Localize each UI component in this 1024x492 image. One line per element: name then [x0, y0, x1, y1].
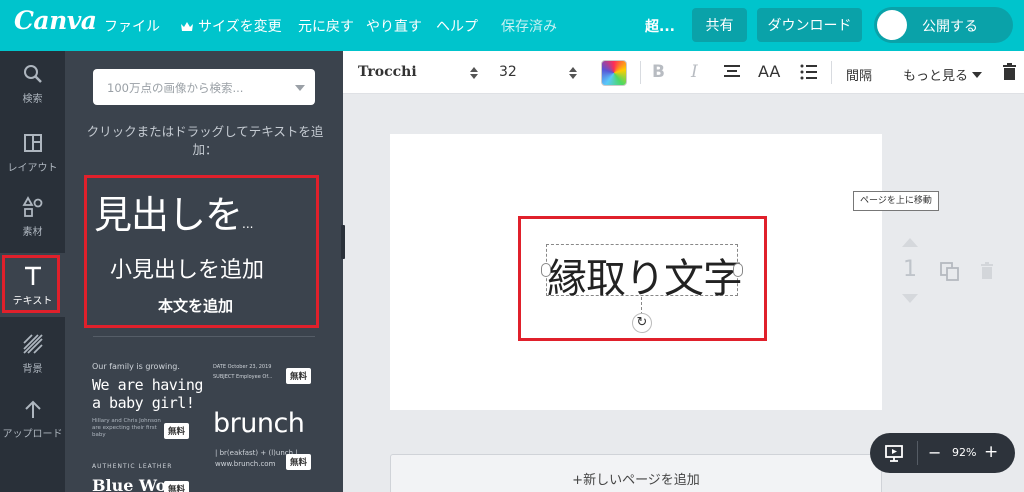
template-baby-line2: a baby girl! [92, 394, 195, 412]
zoom-controls: − 92% + [870, 433, 1015, 473]
menu-file[interactable]: ファイル [104, 16, 160, 36]
font-size-input[interactable]: 32 [499, 64, 517, 80]
template-leather-main[interactable]: Blue Wo [92, 476, 166, 492]
text-toolbar: Trocchi 32 B I AA 間隔 もっと見る [343, 51, 1024, 94]
template-baby-line1: We are having [92, 376, 203, 394]
more-label: もっと見る [903, 69, 969, 84]
search-placeholder: 100万点の画像から検索... [107, 81, 244, 95]
nav-background[interactable]: 背景 [0, 321, 65, 385]
size-spinner-icon[interactable] [569, 67, 577, 79]
page-number: 1 [903, 257, 917, 282]
free-badge: 無料 [286, 454, 312, 470]
heading-ellipsis: ... [242, 217, 254, 231]
template-baby-main[interactable]: We are having a baby girl! [92, 376, 203, 412]
menu-resize-label: サイズを変更 [198, 19, 282, 35]
search-icon [23, 65, 42, 83]
move-page-up-tooltip: ページを上に移動 [853, 191, 939, 211]
resize-handle-right[interactable] [733, 263, 743, 277]
template-brunch-meta-1: DATE October 23, 2019 [213, 364, 272, 370]
nav-elements[interactable]: 素材 [0, 184, 65, 248]
download-button[interactable]: ダウンロード [757, 8, 862, 42]
crown-icon [181, 22, 193, 31]
zoom-out-button[interactable]: − [928, 443, 941, 462]
template-brunch-meta-2: SUBJECT Employee Of... [213, 374, 273, 380]
align-center-icon[interactable] [723, 64, 741, 80]
duplicate-page-icon[interactable] [940, 262, 960, 282]
zoom-in-button[interactable]: + [984, 442, 998, 462]
heading-text: 見出しを [94, 193, 243, 237]
background-icon [22, 334, 43, 354]
nav-upload-label: アップロード [2, 429, 63, 440]
bordered-text-element[interactable]: 縁取り文字 [547, 246, 743, 304]
menu-help[interactable]: ヘルプ [436, 16, 478, 36]
image-search-input[interactable]: 100万点の画像から検索... [93, 69, 315, 105]
elements-icon [21, 196, 42, 217]
nav-search[interactable]: 検索 [0, 51, 65, 115]
template-brunch-meta[interactable]: DATE October 23, 2019 SUBJECT Employee O… [213, 362, 273, 382]
bold-button[interactable]: B [652, 62, 665, 82]
chevron-down-icon[interactable] [295, 85, 305, 91]
italic-button[interactable]: I [691, 62, 698, 82]
menu-redo[interactable]: やり直す [366, 16, 422, 36]
publish-label: 公開する [922, 19, 978, 35]
add-page-label: +新しいページを追加 [572, 473, 700, 488]
toggle-knob [877, 10, 907, 40]
publish-toggle[interactable]: 公開する [874, 7, 1013, 43]
add-subheading-button[interactable]: 小見出しを追加 [110, 252, 264, 284]
add-heading-button[interactable]: 見出しを... [94, 184, 253, 239]
toolbar-separator [640, 61, 641, 84]
template-leather-small[interactable]: AUTHENTIC LEATHER [92, 463, 172, 470]
free-badge: 無料 [164, 481, 190, 492]
more-button[interactable]: もっと見る [903, 65, 983, 84]
font-spinner-icon[interactable] [470, 67, 478, 79]
template-baby-fine-2: are expecting their first baby [92, 425, 157, 438]
list-icon[interactable] [800, 64, 818, 80]
design-title[interactable]: 超... [645, 16, 675, 36]
add-page-button[interactable]: +新しいページを追加 [390, 454, 882, 492]
zoom-level[interactable]: 92% [952, 446, 976, 459]
panel-collapse-handle[interactable] [341, 225, 345, 259]
text-color-button[interactable] [601, 60, 627, 86]
nav-layout-label: レイアウト [7, 163, 58, 174]
trash-icon[interactable] [1002, 63, 1017, 81]
save-status: 保存済み [501, 19, 557, 35]
layout-icon [23, 134, 42, 152]
resize-handle-left[interactable] [541, 263, 551, 277]
zoom-separator [917, 441, 918, 465]
template-brunch-main[interactable]: brunch [213, 408, 305, 439]
spacing-button[interactable]: 間隔 [846, 65, 872, 84]
nav-layout[interactable]: レイアウト [0, 120, 65, 184]
free-badge: 無料 [286, 368, 312, 384]
letter-case-button[interactable]: AA [758, 62, 780, 81]
panel-divider [93, 336, 315, 337]
text-nav-highlight [2, 255, 60, 313]
present-icon[interactable] [884, 443, 904, 463]
menu-resize[interactable]: サイズを変更 [180, 16, 282, 36]
canva-logo[interactable]: Canva [14, 6, 97, 35]
top-bar: Canva ファイル サイズを変更 元に戻す やり直す ヘルプ 保存済み 超..… [0, 0, 1024, 51]
template-baby-small[interactable]: Our family is growing. [92, 362, 180, 371]
nav-upload[interactable]: アップロード [0, 386, 65, 450]
delete-page-icon[interactable] [979, 262, 995, 280]
share-button[interactable]: 共有 [692, 8, 747, 42]
add-body-text-button[interactable]: 本文を追加 [158, 295, 233, 316]
caret-down-icon [972, 72, 983, 78]
template-baby-fine: Hillary and Chris Johnson are expecting … [92, 418, 172, 439]
move-page-up-icon[interactable] [902, 238, 918, 247]
font-family-select[interactable]: Trocchi [358, 64, 417, 80]
add-text-hint: クリックまたはドラッグしてテキストを追加： [86, 124, 324, 157]
upload-icon [24, 400, 41, 418]
nav-elements-label: 素材 [22, 227, 43, 238]
text-panel: 100万点の画像から検索... クリックまたはドラッグしてテキストを追加： 見出… [65, 51, 343, 492]
template-baby-fine-1: Hillary and Chris Johnson [92, 418, 161, 424]
menu-undo[interactable]: 元に戻す [298, 16, 354, 36]
nav-background-label: 背景 [22, 364, 43, 375]
rotate-icon[interactable]: ↻ [632, 313, 652, 333]
free-badge: 無料 [164, 423, 190, 439]
toolbar-separator [831, 61, 832, 84]
move-page-down-icon[interactable] [902, 294, 918, 303]
nav-search-label: 検索 [22, 94, 43, 105]
